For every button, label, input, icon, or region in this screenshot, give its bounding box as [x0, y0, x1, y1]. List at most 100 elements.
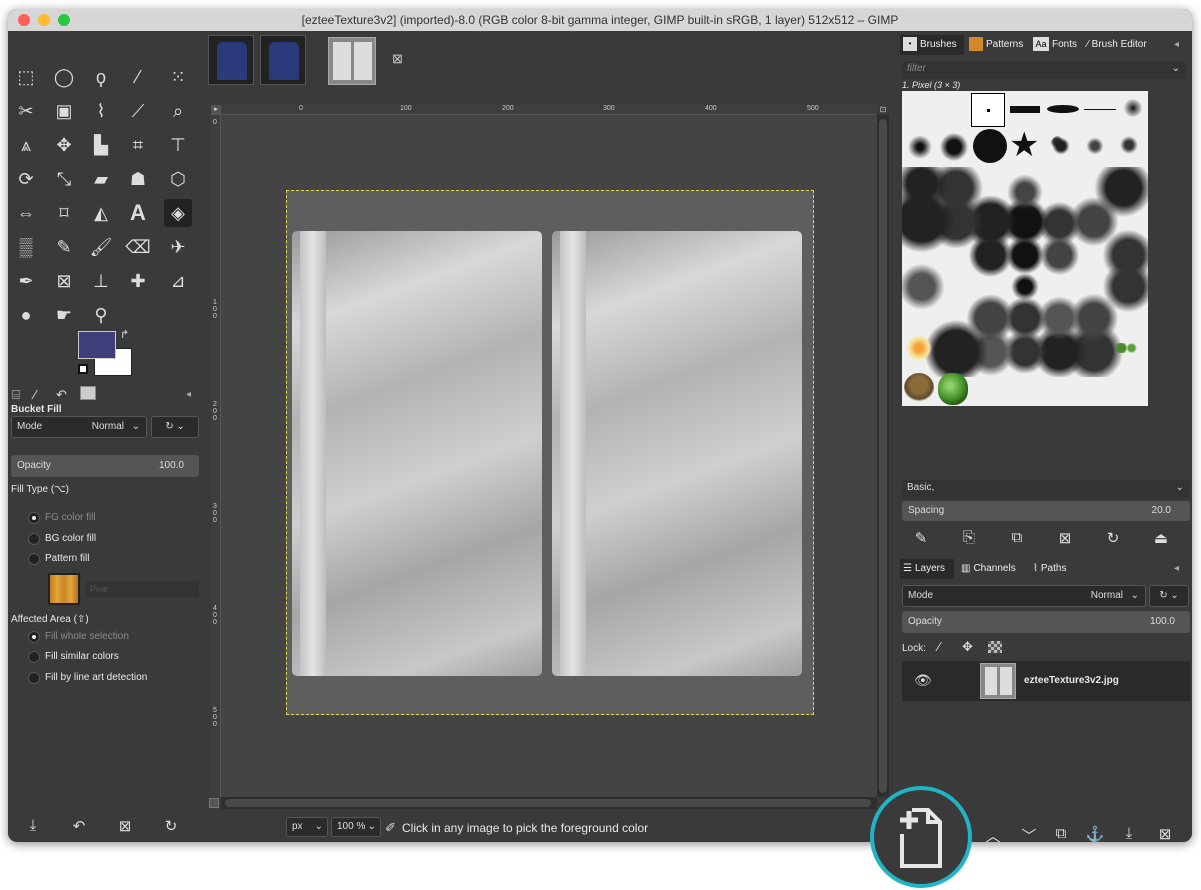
eye-icon[interactable]: 👁 — [914, 672, 932, 689]
measure-icon[interactable]: ⩓ — [12, 131, 40, 159]
fuzzy-select-icon[interactable]: ⁄ — [124, 63, 152, 91]
align-icon[interactable]: ▙ — [87, 131, 115, 159]
minimize-window-button[interactable] — [38, 14, 50, 26]
close-window-button[interactable] — [18, 14, 30, 26]
zoom-window-button[interactable] — [58, 14, 70, 26]
tool-options-tab-icon[interactable]: ⌸ — [12, 387, 20, 403]
zoom-icon[interactable]: ⌕ — [164, 97, 192, 125]
bucket-fill-icon[interactable]: ◈ — [164, 199, 192, 227]
brush-line[interactable] — [1084, 109, 1116, 110]
rect-select-icon[interactable]: ⬚ — [12, 63, 40, 91]
fg-fill-radio[interactable] — [28, 512, 40, 524]
layer-opacity-slider[interactable]: Opacity 100.0 — [902, 611, 1190, 633]
text-icon[interactable]: A — [124, 199, 152, 227]
default-colors-icon[interactable] — [78, 364, 88, 374]
brush-sparks[interactable] — [906, 335, 932, 361]
paintbrush-icon[interactable]: 🖌 — [87, 233, 115, 261]
fill-line-art-radio[interactable] — [28, 672, 40, 684]
image-thumb-2[interactable] — [260, 35, 306, 85]
brush-fuzzy-small[interactable] — [1124, 99, 1142, 117]
mypaint-brush-icon[interactable]: ⊠ — [50, 267, 78, 295]
ink-icon[interactable]: ✒ — [12, 267, 40, 295]
merge-layer-icon[interactable]: ⤓ — [1118, 825, 1140, 842]
delete-brush-icon[interactable]: ⊠ — [1054, 529, 1076, 547]
open-brush-folder-icon[interactable]: ⏏ — [1150, 529, 1172, 547]
paths-icon[interactable]: ⌇ — [87, 97, 115, 125]
free-select-icon[interactable]: ϙ — [87, 63, 115, 91]
mode-reset-button[interactable]: ↻ ⌄ — [151, 416, 199, 438]
zoom-select[interactable]: 100 % ⌄ — [331, 817, 381, 837]
horizontal-scrollbar[interactable] — [221, 797, 877, 809]
image-thumb-3[interactable] — [328, 37, 376, 85]
close-image-icon[interactable]: ⊠ — [392, 51, 403, 67]
anchor-layer-icon[interactable]: ⚓ — [1084, 825, 1106, 842]
image-thumb-1[interactable] — [208, 35, 254, 85]
fill-whole-selection-radio[interactable] — [28, 631, 40, 643]
device-status-tab-icon[interactable]: ⁄ — [34, 387, 36, 402]
fill-similar-colors-radio[interactable] — [28, 651, 40, 663]
gradient-icon[interactable]: ▒ — [12, 233, 40, 261]
perspective-icon[interactable]: ⬡ — [164, 165, 192, 193]
brush-preset-select[interactable]: Basic, ⌄ — [902, 480, 1190, 498]
unit-select[interactable]: px ⌄ — [286, 817, 328, 837]
blur-icon[interactable]: ● — [12, 301, 40, 329]
brush-ellipse[interactable] — [1047, 105, 1079, 113]
tab-brush-editor[interactable]: ⁄ Brush Editor — [1084, 35, 1147, 55]
pencil-icon[interactable]: ✎ — [50, 233, 78, 261]
configure-tab-icon[interactable]: ◂ — [186, 389, 191, 400]
reset-tool-options-icon[interactable]: ↻ — [160, 817, 182, 835]
brush-leaves[interactable] — [1116, 343, 1142, 353]
shear-icon[interactable]: ▰ — [87, 165, 115, 193]
lock-pixels-icon[interactable]: ⁄ — [938, 639, 940, 654]
color-picker-icon[interactable]: ⟋ — [124, 97, 152, 125]
vertical-scrollbar[interactable] — [877, 115, 889, 797]
brush-splatter-3[interactable] — [1118, 133, 1140, 157]
scale-icon[interactable]: ⤡ — [50, 165, 78, 193]
image-texture[interactable] — [286, 190, 814, 715]
raise-layer-icon[interactable]: ︿ — [982, 825, 1004, 842]
delete-tool-preset-icon[interactable]: ⊠ — [114, 817, 136, 835]
navigate-icon[interactable]: ⊡ — [877, 105, 889, 115]
swap-colors-icon[interactable]: ↱ — [120, 328, 129, 341]
tab-patterns[interactable]: Patterns — [966, 35, 1023, 55]
foreground-select-icon[interactable]: ▣ — [50, 97, 78, 125]
layer-mode-reset-button[interactable]: ↻ ⌄ — [1149, 585, 1189, 607]
dodge-burn-icon[interactable]: ⚲ — [87, 301, 115, 329]
restore-tool-preset-icon[interactable]: ↶ — [68, 817, 90, 835]
rotate-icon[interactable]: ⟳ — [12, 165, 40, 193]
perspective-clone-icon[interactable]: ⊿ — [164, 267, 192, 295]
foreground-color-swatch[interactable] — [78, 331, 116, 359]
opacity-slider[interactable]: Opacity 100.0 — [11, 455, 199, 477]
tab-channels[interactable]: ▥ Channels — [958, 559, 1016, 579]
cage-icon[interactable]: ⌑ — [50, 199, 78, 227]
new-brush-icon[interactable]: ⎘ — [958, 529, 980, 546]
brush-circle-large[interactable] — [973, 129, 1007, 163]
dock-menu-icon[interactable]: ◂ — [1174, 39, 1179, 50]
lock-alpha-icon[interactable] — [988, 641, 1002, 653]
images-tab-icon[interactable] — [80, 386, 96, 400]
layer-row[interactable]: 👁 ezteeTexture3v2.jpg — [902, 661, 1190, 701]
edit-brush-icon[interactable]: ✎ — [910, 529, 932, 547]
brush-filter-input[interactable]: filter ⌄ — [902, 61, 1186, 79]
mode-select[interactable]: Mode Normal ⌄ — [11, 416, 147, 438]
duplicate-layer-icon[interactable]: ⧉ — [1050, 825, 1072, 842]
tab-fonts[interactable]: Aa Fonts — [1030, 35, 1077, 55]
layers-dock-menu-icon[interactable]: ◂ — [1174, 563, 1179, 574]
spacing-slider[interactable]: Spacing 20.0 — [902, 501, 1190, 521]
delete-layer-icon[interactable]: ⊠ — [1154, 825, 1176, 842]
brush-block[interactable] — [1010, 106, 1040, 113]
brush-pepper[interactable] — [938, 373, 968, 405]
unified-transform-icon[interactable]: ⊤ — [164, 131, 192, 159]
tab-paths[interactable]: ⌇ Paths — [1030, 559, 1066, 579]
crop-tool-icon[interactable]: ⌗ — [124, 131, 152, 159]
tab-brushes[interactable]: • Brushes — [900, 35, 964, 55]
canvas-corner-menu-icon[interactable]: ▸ — [211, 105, 221, 115]
brush-splatter-2[interactable] — [1084, 135, 1106, 157]
brush-grid[interactable]: ★ — [902, 91, 1148, 406]
duplicate-brush-icon[interactable]: ⧉ — [1006, 529, 1028, 546]
pattern-swatch[interactable] — [48, 573, 80, 605]
select-by-color-icon[interactable]: ⁙ — [164, 63, 192, 91]
ellipse-select-icon[interactable]: ◯ — [50, 63, 78, 91]
airbrush-icon[interactable]: ✈ — [164, 233, 192, 261]
clone-icon[interactable]: ⊥ — [87, 267, 115, 295]
